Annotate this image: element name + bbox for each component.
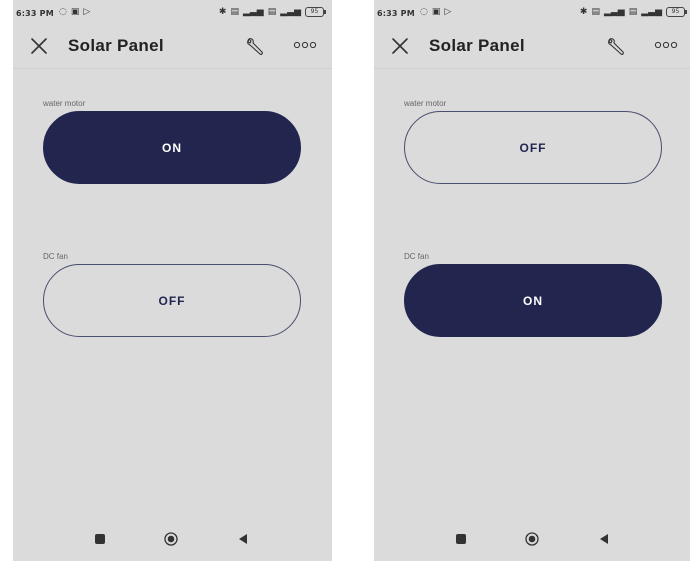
more-icon[interactable] [654,38,678,52]
dc-fan-label: DC fan [404,252,429,261]
bluetooth-icon: ✱ [218,7,227,17]
battery-icon: 95 [305,7,326,17]
status-bar: 6:33 PM ◌ ▣ ▷ ✱ ▤ ▂▃▅ ▤ ▂▃▅ 95 [374,0,690,26]
dc-fan-state: OFF [158,293,186,308]
whatsapp-icon: ◌ [59,7,67,17]
sim-icon: ▤ [591,7,600,17]
bluetooth-icon: ✱ [579,7,588,17]
close-icon[interactable] [29,36,49,56]
water-motor-label: water motor [43,99,86,108]
close-icon[interactable] [390,36,410,56]
status-time: 6:33 PM [377,9,415,18]
square-icon[interactable] [95,534,105,544]
app-bar: Solar Panel [13,26,332,69]
navigation-bar [374,521,690,561]
app-bar: Solar Panel [374,26,690,69]
home-circle-icon[interactable] [525,532,539,546]
back-triangle-icon[interactable] [237,533,249,545]
status-bar: 6:33 PM ◌ ▣ ▷ ✱ ▤ ▂▃▅ ▤ ▂▃▅ 95 [13,0,332,26]
wrench-icon[interactable] [244,35,266,57]
signal2-icon: ▂▃▅ [280,7,301,17]
water-motor-toggle[interactable]: OFF [404,111,662,184]
more-icon[interactable] [293,38,317,52]
water-motor-state: OFF [519,140,547,155]
dc-fan-toggle[interactable]: OFF [43,264,301,337]
sim-icon: ▤ [230,7,239,17]
water-motor-state: ON [162,140,182,155]
dc-fan-label: DC fan [43,252,68,261]
signal-icon: ▂▃▅ [242,7,264,17]
play-store-icon: ▷ [83,7,91,17]
square-icon[interactable] [456,534,466,544]
battery-icon: 95 [666,7,687,17]
message-icon: ▣ [70,7,80,17]
dc-fan-toggle[interactable]: ON [404,264,662,337]
message-icon: ▣ [431,7,441,17]
phone-screen-right: 6:33 PM ◌ ▣ ▷ ✱ ▤ ▂▃▅ ▤ ▂▃▅ 95 Solar Pan… [374,0,690,561]
page-title: Solar Panel [429,36,525,55]
wrench-icon[interactable] [605,35,627,57]
sim2-icon: ▤ [267,7,277,17]
navigation-bar [13,521,332,561]
page-title: Solar Panel [68,36,164,55]
dc-fan-state: ON [523,293,543,308]
water-motor-toggle[interactable]: ON [43,111,301,184]
play-store-icon: ▷ [444,7,452,17]
water-motor-label: water motor [404,99,447,108]
signal2-icon: ▂▃▅ [641,7,662,17]
status-time: 6:33 PM [16,9,54,18]
home-circle-icon[interactable] [164,532,178,546]
back-triangle-icon[interactable] [598,533,610,545]
whatsapp-icon: ◌ [420,7,428,17]
sim2-icon: ▤ [628,7,638,17]
signal-icon: ▂▃▅ [603,7,625,17]
phone-screen-left: 6:33 PM ◌ ▣ ▷ ✱ ▤ ▂▃▅ ▤ ▂▃▅ 95 Solar Pan… [13,0,332,561]
